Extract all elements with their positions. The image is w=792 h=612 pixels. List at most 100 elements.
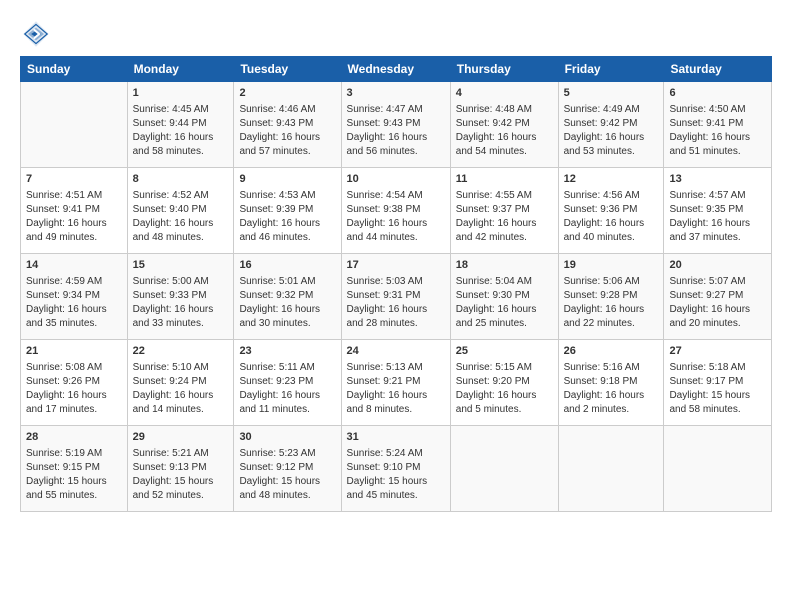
- day-info: Daylight: 16 hours: [564, 131, 659, 145]
- day-info: Sunrise: 4:46 AM: [239, 103, 335, 117]
- day-info: and 11 minutes.: [239, 403, 335, 417]
- day-number: 26: [564, 344, 659, 359]
- day-info: Sunset: 9:44 PM: [133, 117, 229, 131]
- day-info: Sunrise: 5:23 AM: [239, 447, 335, 461]
- day-cell: 5Sunrise: 4:49 AMSunset: 9:42 PMDaylight…: [558, 82, 664, 168]
- day-info: and 51 minutes.: [669, 145, 766, 159]
- day-info: and 25 minutes.: [456, 317, 553, 331]
- day-number: 19: [564, 258, 659, 273]
- day-number: 21: [26, 344, 122, 359]
- day-info: Daylight: 16 hours: [564, 217, 659, 231]
- day-info: Sunset: 9:35 PM: [669, 203, 766, 217]
- day-number: 16: [239, 258, 335, 273]
- day-info: and 58 minutes.: [669, 403, 766, 417]
- day-info: Sunset: 9:41 PM: [669, 117, 766, 131]
- day-info: Sunset: 9:12 PM: [239, 461, 335, 475]
- day-cell: 24Sunrise: 5:13 AMSunset: 9:21 PMDayligh…: [341, 340, 450, 426]
- day-info: and 54 minutes.: [456, 145, 553, 159]
- day-info: and 33 minutes.: [133, 317, 229, 331]
- day-info: Daylight: 16 hours: [456, 303, 553, 317]
- day-info: Sunrise: 5:08 AM: [26, 361, 122, 375]
- day-info: Daylight: 16 hours: [26, 389, 122, 403]
- day-cell: 20Sunrise: 5:07 AMSunset: 9:27 PMDayligh…: [664, 254, 772, 340]
- day-cell: [450, 426, 558, 512]
- day-info: Sunrise: 5:00 AM: [133, 275, 229, 289]
- day-info: and 40 minutes.: [564, 231, 659, 245]
- day-cell: 21Sunrise: 5:08 AMSunset: 9:26 PMDayligh…: [21, 340, 128, 426]
- day-info: Daylight: 16 hours: [26, 217, 122, 231]
- day-number: 9: [239, 172, 335, 187]
- day-cell: 27Sunrise: 5:18 AMSunset: 9:17 PMDayligh…: [664, 340, 772, 426]
- day-info: and 5 minutes.: [456, 403, 553, 417]
- day-number: 13: [669, 172, 766, 187]
- day-cell: 4Sunrise: 4:48 AMSunset: 9:42 PMDaylight…: [450, 82, 558, 168]
- day-info: Sunrise: 4:48 AM: [456, 103, 553, 117]
- day-info: Sunrise: 4:55 AM: [456, 189, 553, 203]
- day-info: Sunrise: 4:47 AM: [347, 103, 445, 117]
- day-info: and 57 minutes.: [239, 145, 335, 159]
- day-info: Daylight: 15 hours: [347, 475, 445, 489]
- day-info: Daylight: 16 hours: [564, 303, 659, 317]
- header-cell-saturday: Saturday: [664, 57, 772, 82]
- week-row-3: 14Sunrise: 4:59 AMSunset: 9:34 PMDayligh…: [21, 254, 772, 340]
- header-row: SundayMondayTuesdayWednesdayThursdayFrid…: [21, 57, 772, 82]
- day-info: Daylight: 16 hours: [26, 303, 122, 317]
- day-info: and 55 minutes.: [26, 489, 122, 503]
- day-info: Sunset: 9:18 PM: [564, 375, 659, 389]
- day-info: Sunrise: 5:21 AM: [133, 447, 229, 461]
- day-info: Daylight: 16 hours: [239, 217, 335, 231]
- day-info: and 35 minutes.: [26, 317, 122, 331]
- day-number: 11: [456, 172, 553, 187]
- logo-icon: [20, 18, 52, 50]
- week-row-5: 28Sunrise: 5:19 AMSunset: 9:15 PMDayligh…: [21, 426, 772, 512]
- day-cell: 17Sunrise: 5:03 AMSunset: 9:31 PMDayligh…: [341, 254, 450, 340]
- day-info: Daylight: 16 hours: [456, 131, 553, 145]
- day-info: and 17 minutes.: [26, 403, 122, 417]
- day-info: Daylight: 16 hours: [239, 131, 335, 145]
- day-info: Sunrise: 5:06 AM: [564, 275, 659, 289]
- logo: [20, 18, 56, 50]
- day-info: Daylight: 16 hours: [669, 131, 766, 145]
- day-info: Sunrise: 4:53 AM: [239, 189, 335, 203]
- day-cell: 12Sunrise: 4:56 AMSunset: 9:36 PMDayligh…: [558, 168, 664, 254]
- day-info: Daylight: 15 hours: [26, 475, 122, 489]
- day-info: Daylight: 16 hours: [456, 389, 553, 403]
- day-info: Sunrise: 5:04 AM: [456, 275, 553, 289]
- week-row-2: 7Sunrise: 4:51 AMSunset: 9:41 PMDaylight…: [21, 168, 772, 254]
- day-number: 23: [239, 344, 335, 359]
- day-info: Sunset: 9:34 PM: [26, 289, 122, 303]
- header-cell-sunday: Sunday: [21, 57, 128, 82]
- day-info: Sunrise: 4:57 AM: [669, 189, 766, 203]
- day-cell: 1Sunrise: 4:45 AMSunset: 9:44 PMDaylight…: [127, 82, 234, 168]
- day-cell: 25Sunrise: 5:15 AMSunset: 9:20 PMDayligh…: [450, 340, 558, 426]
- day-number: 1: [133, 86, 229, 101]
- day-number: 7: [26, 172, 122, 187]
- day-info: Sunrise: 4:56 AM: [564, 189, 659, 203]
- day-info: Sunrise: 5:24 AM: [347, 447, 445, 461]
- day-info: Sunset: 9:23 PM: [239, 375, 335, 389]
- day-info: Sunset: 9:42 PM: [456, 117, 553, 131]
- day-info: Sunset: 9:17 PM: [669, 375, 766, 389]
- day-info: Sunrise: 5:13 AM: [347, 361, 445, 375]
- day-info: Sunset: 9:40 PM: [133, 203, 229, 217]
- day-info: Sunrise: 5:18 AM: [669, 361, 766, 375]
- day-info: and 8 minutes.: [347, 403, 445, 417]
- day-cell: [664, 426, 772, 512]
- day-number: 6: [669, 86, 766, 101]
- day-cell: 22Sunrise: 5:10 AMSunset: 9:24 PMDayligh…: [127, 340, 234, 426]
- day-info: Sunrise: 5:11 AM: [239, 361, 335, 375]
- day-info: Sunset: 9:36 PM: [564, 203, 659, 217]
- week-row-4: 21Sunrise: 5:08 AMSunset: 9:26 PMDayligh…: [21, 340, 772, 426]
- header-cell-thursday: Thursday: [450, 57, 558, 82]
- day-info: Sunset: 9:24 PM: [133, 375, 229, 389]
- day-info: and 58 minutes.: [133, 145, 229, 159]
- day-info: and 30 minutes.: [239, 317, 335, 331]
- day-info: and 52 minutes.: [133, 489, 229, 503]
- day-info: and 49 minutes.: [26, 231, 122, 245]
- day-info: Daylight: 15 hours: [133, 475, 229, 489]
- day-number: 10: [347, 172, 445, 187]
- day-info: Daylight: 16 hours: [133, 131, 229, 145]
- day-cell: 16Sunrise: 5:01 AMSunset: 9:32 PMDayligh…: [234, 254, 341, 340]
- day-info: and 44 minutes.: [347, 231, 445, 245]
- day-info: Sunrise: 5:19 AM: [26, 447, 122, 461]
